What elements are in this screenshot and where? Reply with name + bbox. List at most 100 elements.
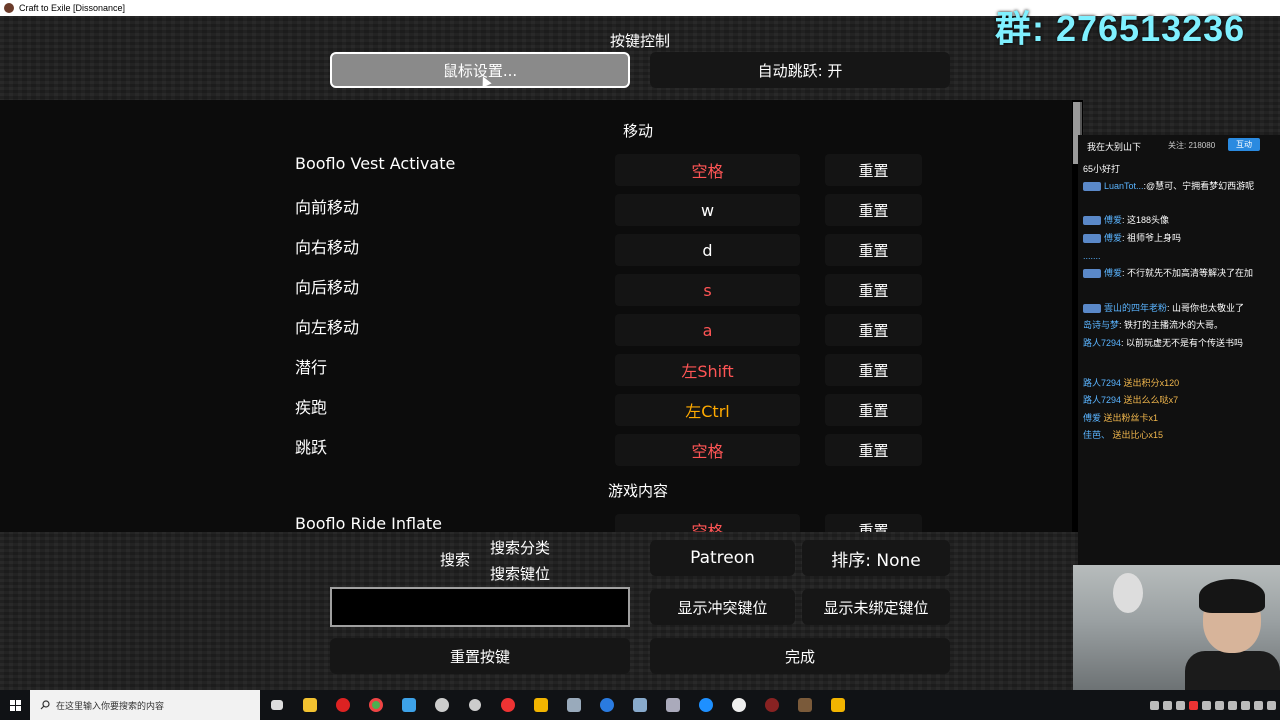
chat-user: 路人7294 (1083, 338, 1122, 348)
gift-count: x15 (1148, 430, 1164, 440)
patreon-button[interactable]: Patreon (650, 540, 795, 576)
file-explorer-icon[interactable] (293, 690, 326, 720)
chat-text: : 不行就先不加高清等解决了在加 (1122, 268, 1254, 278)
netease-music-icon[interactable] (491, 690, 524, 720)
chat-user: 傅爱 (1104, 233, 1123, 243)
app-icon (4, 3, 14, 13)
search-keybind-option[interactable]: 搜索键位 (490, 563, 610, 584)
gift-message: 路人7294 送出积分x120 (1083, 375, 1268, 392)
app-doc-icon[interactable] (623, 690, 656, 720)
chat-user: 傅爱 (1083, 413, 1102, 423)
keybind-key-button[interactable]: 左Ctrl (615, 394, 800, 426)
task-view-icon[interactable] (260, 690, 293, 720)
app-yellow-icon[interactable] (524, 690, 557, 720)
keybind-key-button[interactable]: 左Shift (615, 354, 800, 386)
gift-text: 送出积分 (1123, 378, 1160, 388)
chat-text: 65小好打 (1083, 164, 1121, 174)
group-number-overlay: 群: 276513236 (995, 8, 1246, 49)
keybind-reset-button[interactable]: 重置 (825, 354, 922, 386)
chat-text: ....... (1083, 251, 1101, 261)
search-category-option[interactable]: 搜索分类 (490, 537, 610, 558)
app-obs-icon[interactable] (755, 690, 788, 720)
category-movement: 移动 (622, 122, 653, 140)
tray-icon[interactable] (1150, 700, 1159, 710)
settings-gear-icon[interactable] (458, 690, 491, 720)
app-monitor-icon[interactable] (557, 690, 590, 720)
app-arrow-icon[interactable] (590, 690, 623, 720)
keybind-reset-button[interactable]: 重置 (825, 314, 922, 346)
interact-button[interactable]: 互动 (1228, 138, 1260, 151)
keybind-label: 向右移动 (295, 238, 360, 257)
chat-user: 雲山的四年老粉 (1104, 303, 1168, 313)
keybind-key-button[interactable]: a (615, 314, 800, 346)
keybind-key-button[interactable]: d (615, 234, 800, 266)
chat-message: 傅爱: 这188头像 (1083, 212, 1268, 229)
keybind-reset-button[interactable]: 重置 (825, 434, 922, 466)
keybind-key-button[interactable]: 空格 (615, 514, 800, 532)
app-github-icon[interactable] (722, 690, 755, 720)
keybind-label: Booflo Vest Activate (295, 154, 456, 173)
tray-icon[interactable] (1228, 700, 1237, 710)
keybind-label: 疾跑 (295, 398, 328, 417)
minecraft-icon[interactable] (788, 690, 821, 720)
chrome-icon[interactable] (359, 690, 392, 720)
chat-user: LuanTot... (1104, 181, 1144, 191)
keybind-reset-button[interactable]: 重置 (825, 234, 922, 266)
taskbar-search-box[interactable]: 在这里输入你要搜索的内容 (30, 690, 260, 720)
keybind-reset-button[interactable]: 重置 (825, 394, 922, 426)
keybind-key-button[interactable]: 空格 (615, 154, 800, 186)
windows-logo-icon (9, 699, 21, 711)
fan-badge-icon (1083, 216, 1101, 226)
chat-user: 路人7294 (1083, 378, 1122, 388)
sort-button[interactable]: 排序: None (802, 540, 950, 576)
keybind-key-button[interactable]: s (615, 274, 800, 306)
tray-icon[interactable] (1189, 700, 1198, 710)
keybind-reset-button[interactable]: 重置 (825, 274, 922, 306)
keybind-row: 向后移动 s 重置 (0, 274, 1072, 314)
done-button[interactable]: 完成 (650, 638, 950, 674)
keybind-key-button[interactable]: 空格 (615, 434, 800, 466)
search-icon (40, 700, 50, 710)
gift-text: 送出粉丝卡 (1103, 413, 1149, 423)
gift-count: x120 (1159, 378, 1180, 388)
keybind-reset-button[interactable]: 重置 (825, 154, 922, 186)
show-unbound-button[interactable]: 显示未绑定键位 (802, 589, 950, 625)
tray-icon[interactable] (1202, 700, 1211, 710)
webcam-feed (1073, 565, 1280, 690)
keybind-key-button[interactable]: w (615, 194, 800, 226)
chat-message: 傅爱: 不行就先不加高清等解决了在加 (1083, 265, 1268, 282)
tray-icon[interactable] (1241, 700, 1250, 710)
keybind-label: 向前移动 (295, 198, 360, 217)
keybind-row: 跳跃 空格 重置 (0, 434, 1072, 474)
gift-message: 佳芭、 送出比心x15 (1083, 427, 1268, 444)
tray-icon[interactable] (1267, 700, 1276, 710)
gift-text: 送出比心 (1112, 430, 1149, 440)
tray-icon[interactable] (1176, 700, 1185, 710)
chat-message: 岛诗与梦: 铁打的主播流水的大哥。 (1083, 317, 1268, 334)
gift-count: x1 (1148, 413, 1159, 423)
keybind-search-input[interactable] (330, 587, 630, 627)
app-blue-icon[interactable] (392, 690, 425, 720)
chat-message: ....... (1083, 248, 1268, 265)
fan-badge-icon (1083, 304, 1101, 314)
start-button[interactable] (0, 690, 30, 720)
app-window-icon[interactable] (656, 690, 689, 720)
show-conflicts-button[interactable]: 显示冲突键位 (650, 589, 795, 625)
tray-icon[interactable] (1254, 700, 1263, 710)
app-circle-icon[interactable] (689, 690, 722, 720)
app-cat-icon[interactable] (821, 690, 854, 720)
category-gameplay: 游戏内容 (607, 482, 668, 500)
keybind-row: 向前移动 w 重置 (0, 194, 1072, 234)
tray-icon[interactable] (1215, 700, 1224, 710)
auto-jump-toggle[interactable]: 自动跳跃: 开 (650, 52, 950, 88)
app-red-icon[interactable] (326, 690, 359, 720)
reset-keys-button[interactable]: 重置按键 (330, 638, 630, 674)
window-title: Craft to Exile [Dissonance] (19, 3, 126, 13)
streamer-name: 我在大别山下 (1087, 142, 1142, 152)
webcam-person-body (1185, 651, 1280, 690)
tray-icon[interactable] (1163, 700, 1172, 710)
chat-message: 65小好打 (1083, 161, 1268, 178)
steam-icon[interactable] (425, 690, 458, 720)
keybind-reset-button[interactable]: 重置 (825, 514, 922, 532)
keybind-reset-button[interactable]: 重置 (825, 194, 922, 226)
